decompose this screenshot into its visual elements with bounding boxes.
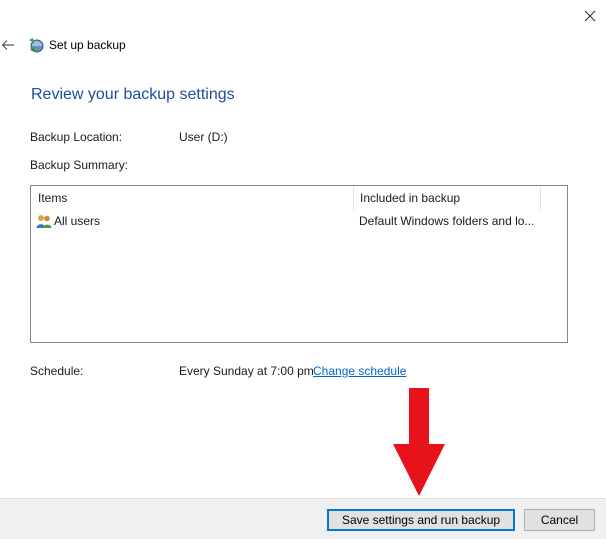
change-schedule-link[interactable]: Change schedule — [313, 364, 406, 378]
column-header-items[interactable]: Items — [31, 186, 353, 208]
row-included-value: Default Windows folders and lo... — [359, 214, 535, 228]
footer-bar: Save settings and run backup Cancel — [0, 498, 606, 539]
cancel-button[interactable]: Cancel — [524, 509, 595, 531]
back-button[interactable] — [0, 36, 16, 54]
row-item-label: All users — [54, 214, 101, 228]
table-row[interactable]: All users Default Windows folders and lo… — [31, 211, 567, 231]
backup-location-value: User (D:) — [179, 130, 228, 144]
backup-icon — [27, 36, 45, 54]
window-title: Set up backup — [49, 38, 126, 52]
column-header-included[interactable]: Included in backup — [353, 186, 540, 208]
schedule-label: Schedule: — [30, 364, 84, 378]
backup-summary-list[interactable]: Items Included in backup All users Defau… — [30, 185, 568, 343]
save-and-run-button[interactable]: Save settings and run backup — [327, 509, 515, 531]
close-icon — [584, 10, 596, 22]
backup-location-label: Backup Location: — [30, 130, 123, 144]
column-separator[interactable] — [540, 186, 541, 210]
backup-summary-label: Backup Summary: — [30, 158, 129, 172]
back-arrow-icon — [1, 40, 14, 50]
schedule-value: Every Sunday at 7:00 pm — [179, 364, 314, 378]
close-button[interactable] — [576, 4, 604, 28]
users-icon — [36, 213, 52, 229]
red-arrow-annotation — [391, 388, 447, 498]
page-heading: Review your backup settings — [31, 86, 235, 103]
